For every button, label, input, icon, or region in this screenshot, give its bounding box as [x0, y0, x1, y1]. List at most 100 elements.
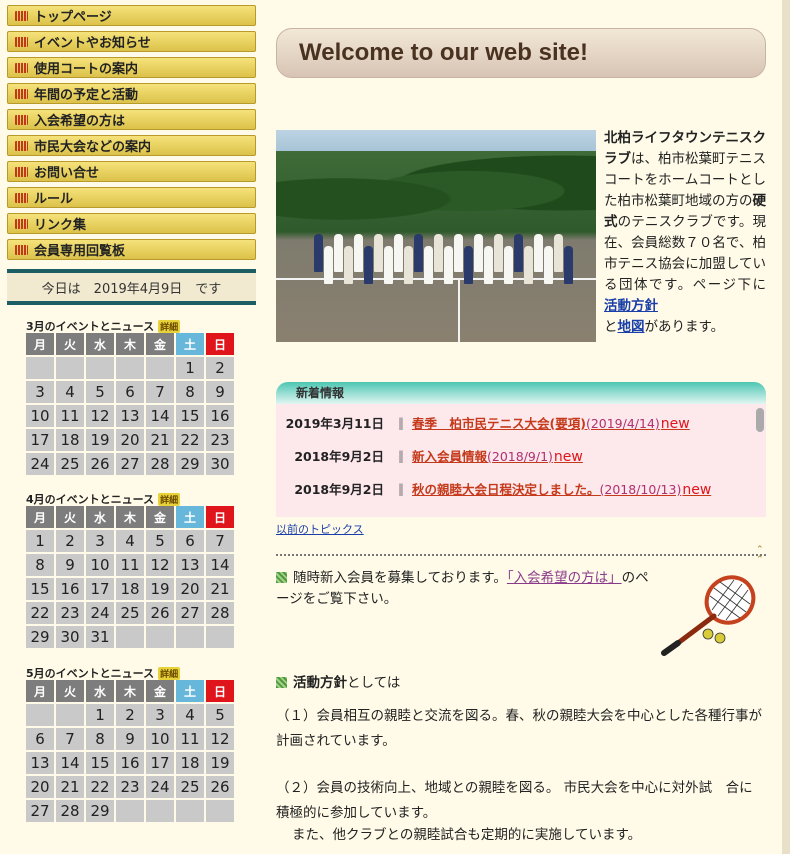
detail-link[interactable]: 詳細: [158, 492, 181, 506]
calendar-day[interactable]: 27: [116, 453, 144, 475]
calendar-day[interactable]: 21: [146, 429, 174, 451]
calendar-day[interactable]: 12: [206, 728, 234, 750]
calendar-day[interactable]: 15: [176, 405, 204, 427]
calendar-day[interactable]: 22: [86, 776, 114, 798]
calendar-day[interactable]: 16: [116, 752, 144, 774]
calendar-day[interactable]: 17: [26, 429, 54, 451]
news-link[interactable]: 新入会員情報(2018/9/1)new: [412, 446, 583, 465]
calendar-day[interactable]: 2: [116, 704, 144, 726]
nav-item[interactable]: 使用コートの案内: [7, 57, 256, 78]
calendar-day[interactable]: 14: [206, 554, 234, 576]
previous-topics-link[interactable]: 以前のトピックス: [276, 521, 364, 537]
calendar-day[interactable]: 18: [116, 578, 144, 600]
map-link[interactable]: 地図: [618, 319, 645, 335]
calendar-day[interactable]: 1: [26, 530, 54, 552]
calendar-day[interactable]: 11: [116, 554, 144, 576]
news-link[interactable]: 秋の親睦大会日程決定しました。(2018/10/13)new: [412, 479, 711, 498]
calendar-day[interactable]: 29: [26, 626, 54, 648]
calendar-day[interactable]: 20: [26, 776, 54, 798]
calendar-day[interactable]: 2: [206, 357, 234, 379]
calendar-day[interactable]: 10: [86, 554, 114, 576]
calendar-day[interactable]: 2: [56, 530, 84, 552]
calendar-day[interactable]: 30: [56, 626, 84, 648]
policy-link[interactable]: 活動方針: [604, 298, 658, 314]
nav-item[interactable]: リンク集: [7, 213, 256, 234]
news-scrollbar[interactable]: [756, 408, 764, 432]
calendar-day[interactable]: 8: [26, 554, 54, 576]
calendar-day[interactable]: 25: [176, 776, 204, 798]
calendar-day[interactable]: 21: [56, 776, 84, 798]
calendar-day[interactable]: 14: [56, 752, 84, 774]
calendar-day[interactable]: 6: [26, 728, 54, 750]
calendar-day[interactable]: 19: [86, 429, 114, 451]
calendar-day[interactable]: 24: [146, 776, 174, 798]
calendar-day[interactable]: 1: [86, 704, 114, 726]
calendar-day[interactable]: 29: [176, 453, 204, 475]
calendar-day[interactable]: 20: [176, 578, 204, 600]
nav-item[interactable]: 市民大会などの案内: [7, 135, 256, 156]
calendar-day[interactable]: 14: [146, 405, 174, 427]
news-link[interactable]: 春季 柏市民テニス大会(要項)(2019/4/14)new: [412, 413, 690, 432]
calendar-day[interactable]: 17: [86, 578, 114, 600]
nav-item[interactable]: 入会希望の方は: [7, 109, 256, 130]
calendar-day[interactable]: 25: [116, 602, 144, 624]
calendar-day[interactable]: 29: [86, 800, 114, 822]
calendar-day[interactable]: 5: [146, 530, 174, 552]
detail-link[interactable]: 詳細: [158, 319, 181, 333]
calendar-day[interactable]: 23: [206, 429, 234, 451]
nav-item[interactable]: ルール: [7, 187, 256, 208]
calendar-day[interactable]: 31: [86, 626, 114, 648]
calendar-day[interactable]: 11: [176, 728, 204, 750]
calendar-day[interactable]: 27: [26, 800, 54, 822]
calendar-day[interactable]: 9: [116, 728, 144, 750]
calendar-day[interactable]: 7: [56, 728, 84, 750]
calendar-day[interactable]: 22: [176, 429, 204, 451]
news-list[interactable]: 2019年3月11日 ‖ 春季 柏市民テニス大会(要項)(2019/4/14)new…: [276, 404, 766, 517]
calendar-day[interactable]: 9: [206, 381, 234, 403]
calendar-day[interactable]: 26: [146, 602, 174, 624]
calendar-day[interactable]: 3: [146, 704, 174, 726]
nav-item[interactable]: お問い合せ: [7, 161, 256, 182]
calendar-day[interactable]: 28: [206, 602, 234, 624]
calendar-day[interactable]: 18: [56, 429, 84, 451]
calendar-day[interactable]: 10: [26, 405, 54, 427]
calendar-day[interactable]: 24: [26, 453, 54, 475]
calendar-day[interactable]: 16: [56, 578, 84, 600]
calendar-day[interactable]: 28: [146, 453, 174, 475]
calendar-day[interactable]: 26: [206, 776, 234, 798]
calendar-day[interactable]: 10: [146, 728, 174, 750]
calendar-day[interactable]: 4: [116, 530, 144, 552]
calendar-day[interactable]: 24: [86, 602, 114, 624]
calendar-day[interactable]: 13: [26, 752, 54, 774]
calendar-day[interactable]: 19: [146, 578, 174, 600]
calendar-day[interactable]: 17: [146, 752, 174, 774]
calendar-day[interactable]: 8: [86, 728, 114, 750]
calendar-day[interactable]: 5: [86, 381, 114, 403]
calendar-day[interactable]: 16: [206, 405, 234, 427]
calendar-day[interactable]: 26: [86, 453, 114, 475]
calendar-day[interactable]: 13: [176, 554, 204, 576]
page-top-icon[interactable]: ⌃ ⌃: [756, 545, 764, 565]
calendar-day[interactable]: 5: [206, 704, 234, 726]
calendar-day[interactable]: 9: [56, 554, 84, 576]
calendar-day[interactable]: 18: [176, 752, 204, 774]
calendar-day[interactable]: 3: [26, 381, 54, 403]
calendar-day[interactable]: 4: [176, 704, 204, 726]
calendar-day[interactable]: 11: [56, 405, 84, 427]
calendar-day[interactable]: 20: [116, 429, 144, 451]
nav-item[interactable]: 年間の予定と活動: [7, 83, 256, 104]
calendar-day[interactable]: 12: [86, 405, 114, 427]
calendar-day[interactable]: 15: [86, 752, 114, 774]
calendar-day[interactable]: 28: [56, 800, 84, 822]
calendar-day[interactable]: 6: [116, 381, 144, 403]
nav-item[interactable]: イベントやお知らせ: [7, 31, 256, 52]
calendar-day[interactable]: 25: [56, 453, 84, 475]
calendar-day[interactable]: 13: [116, 405, 144, 427]
calendar-day[interactable]: 22: [26, 602, 54, 624]
calendar-day[interactable]: 23: [56, 602, 84, 624]
calendar-day[interactable]: 30: [206, 453, 234, 475]
calendar-day[interactable]: 7: [146, 381, 174, 403]
calendar-day[interactable]: 7: [206, 530, 234, 552]
calendar-day[interactable]: 3: [86, 530, 114, 552]
calendar-day[interactable]: 15: [26, 578, 54, 600]
